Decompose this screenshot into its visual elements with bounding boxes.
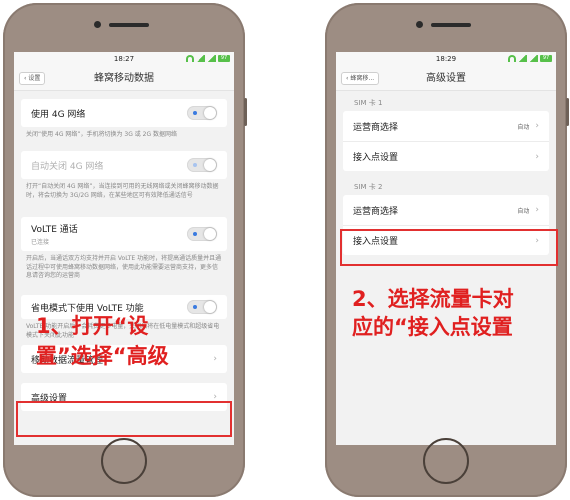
auto-off-4g-label: 自动关闭 4G 网络	[31, 161, 104, 172]
sim1-apn-row[interactable]: 接入点设置 ›	[343, 141, 549, 171]
earpiece-speaker	[431, 23, 471, 27]
sim2-carrier-row[interactable]: 运营商选择 自动 ›	[343, 195, 549, 225]
home-button[interactable]	[101, 438, 147, 484]
signal-icon	[518, 55, 527, 62]
auto-off-4g-row: 自动关闭 4G 网络	[21, 151, 227, 179]
signal-icon	[207, 55, 216, 62]
volte-desc: 开启后，当通话双方均支持并开启 VoLTE 功能时，将提高通话质量并且通话过程中…	[26, 255, 222, 279]
power-save-volte-toggle[interactable]	[187, 300, 217, 314]
sim1-apn-label: 接入点设置	[353, 153, 399, 163]
sim2-carrier-value: 自动	[517, 207, 530, 215]
sim1-carrier-label: 运营商选择	[353, 122, 399, 133]
sim1-carrier-row[interactable]: 运营商选择 自动 ›	[343, 111, 549, 141]
nav-bar: ‹ 蜂窝移... 高级设置	[336, 66, 556, 91]
highlight-sim2-apn	[340, 229, 558, 266]
screen-1: 18:27 97 ‹ 设置 蜂窝移动数据 使用 4G 网络 关闭“使用 4G 网…	[14, 52, 234, 445]
use-4g-desc: 关闭“使用 4G 网络”，手机将切换为 3G 或 2G 数据网络	[26, 131, 178, 138]
battery-icon: 97	[218, 55, 230, 62]
battery-icon: 97	[540, 55, 552, 62]
volte-label: VoLTE 通话	[31, 225, 78, 235]
use-4g-row: 使用 4G 网络	[21, 99, 227, 127]
use-4g-card: 使用 4G 网络	[21, 99, 227, 127]
chevron-right-icon: ›	[213, 354, 217, 364]
wifi-icon	[508, 55, 516, 62]
sim2-carrier-label: 运营商选择	[353, 206, 399, 217]
step2-annotation-line2: 应的“接入点设置	[352, 315, 513, 339]
nav-bar: ‹ 设置 蜂窝移动数据	[14, 66, 234, 91]
camera-dot	[416, 21, 423, 28]
sim1-section-title: SIM 卡 1	[354, 99, 383, 107]
signal-icon	[196, 55, 205, 62]
back-label: 设置	[28, 75, 41, 82]
chevron-right-icon: ›	[535, 121, 539, 131]
status-bar: 18:29 97	[336, 52, 556, 66]
step2-annotation-line1: 2、选择流量卡对	[352, 287, 514, 311]
back-button[interactable]: ‹ 蜂窝移...	[341, 72, 380, 85]
wifi-icon	[186, 55, 194, 62]
camera-dot	[94, 21, 101, 28]
volte-row: VoLTE 通话 已连接	[21, 217, 227, 251]
status-bar: 18:27 97	[14, 52, 234, 66]
side-button	[244, 98, 247, 126]
side-button	[566, 98, 569, 126]
status-time: 18:29	[435, 55, 457, 63]
home-button[interactable]	[423, 438, 469, 484]
chevron-right-icon: ›	[535, 151, 539, 162]
auto-off-4g-card: 自动关闭 4G 网络	[21, 151, 227, 179]
back-label: 蜂窝移...	[350, 75, 375, 82]
chevron-left-icon: ‹	[346, 75, 349, 82]
auto-off-4g-toggle[interactable]	[187, 158, 217, 172]
volte-status: 已连接	[31, 239, 50, 246]
page-title: 高级设置	[426, 73, 466, 84]
back-button[interactable]: ‹ 设置	[19, 72, 46, 85]
use-4g-label: 使用 4G 网络	[31, 109, 86, 120]
step1-annotation-line1: 1、打开“设	[36, 314, 149, 338]
status-time: 18:27	[113, 55, 135, 63]
sim1-carrier-value: 自动	[517, 123, 530, 131]
earpiece-speaker	[109, 23, 149, 27]
auto-off-4g-desc: 打开“自动关闭 4G 网络”，当连接到可用的无线网络或关闭蜂窝移动数据时，将会切…	[26, 183, 219, 199]
signal-icon	[529, 55, 538, 62]
chevron-left-icon: ‹	[24, 75, 27, 82]
use-4g-toggle[interactable]	[187, 106, 217, 120]
volte-toggle[interactable]	[187, 227, 217, 241]
volte-card: VoLTE 通话 已连接	[21, 217, 227, 251]
chevron-right-icon: ›	[535, 205, 539, 215]
sim1-card: 运营商选择 自动 › 接入点设置 ›	[343, 111, 549, 171]
highlight-advanced-settings	[16, 401, 232, 437]
sim2-section-title: SIM 卡 2	[354, 183, 383, 191]
page-title: 蜂窝移动数据	[94, 73, 154, 84]
step1-annotation-line2: 置”选择“高级	[36, 344, 169, 368]
